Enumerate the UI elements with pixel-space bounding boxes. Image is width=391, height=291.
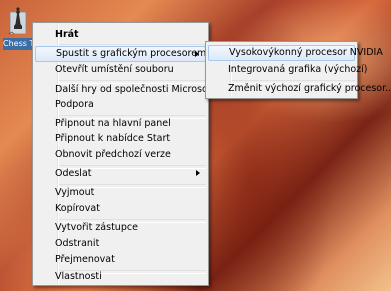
menu-item-support[interactable]: Podpora [35, 97, 206, 113]
chess-piece-icon [8, 7, 27, 34]
menu-item-pin-to-taskbar[interactable]: Připnout na hlavní panel [35, 116, 206, 132]
menu-item-create-shortcut[interactable]: Vytvořit zástupce [35, 220, 206, 236]
submenu-arrow-icon [196, 170, 200, 176]
chess-titans-desktop-icon[interactable]: Chess T [3, 4, 33, 50]
submenu-item-change-default-gpu[interactable]: Změnit výchozí grafický procesor... [208, 81, 391, 97]
gpu-submenu: Vysokovýkonný procesor NVIDIA Integrovan… [205, 41, 391, 99]
context-menu: Hrát Spustit s grafickým procesorem Otev… [32, 22, 215, 286]
desktop-background: Chess T Hrát Spustit s grafickým proceso… [0, 0, 391, 291]
submenu-item-integrated-graphics[interactable]: Integrovaná grafika (výchozí) [208, 62, 368, 78]
desktop-icon-label: Chess T [3, 38, 33, 50]
menu-item-play[interactable]: Hrát [35, 27, 206, 43]
menu-item-restore-previous-versions[interactable]: Obnovit předchozí verze [35, 147, 206, 163]
menu-item-pin-to-start[interactable]: Připnout k nabídce Start [35, 131, 206, 147]
submenu-item-nvidia-gpu[interactable]: Vysokovýkonný procesor NVIDIA [208, 45, 383, 61]
menu-item-run-with-gpu[interactable]: Spustit s grafickým procesorem [35, 46, 206, 62]
menu-item-open-file-location[interactable]: Otevřít umístění souboru [35, 62, 206, 78]
menu-item-delete[interactable]: Odstranit [35, 236, 206, 252]
menu-item-label: Odeslat [55, 168, 92, 179]
submenu-arrow-icon [195, 51, 199, 57]
menu-item-rename[interactable]: Přejmenovat [35, 252, 206, 268]
menu-item-copy[interactable]: Kopírovat [35, 201, 206, 217]
menu-item-send-to[interactable]: Odeslat [35, 166, 206, 182]
menu-item-properties[interactable]: Vlastnosti [35, 269, 206, 285]
menu-item-cut[interactable]: Vyjmout [35, 185, 206, 201]
menu-item-more-games[interactable]: Další hry od společnosti Microsoft [35, 82, 215, 98]
menu-item-label: Spustit s grafickým procesorem [56, 48, 207, 59]
